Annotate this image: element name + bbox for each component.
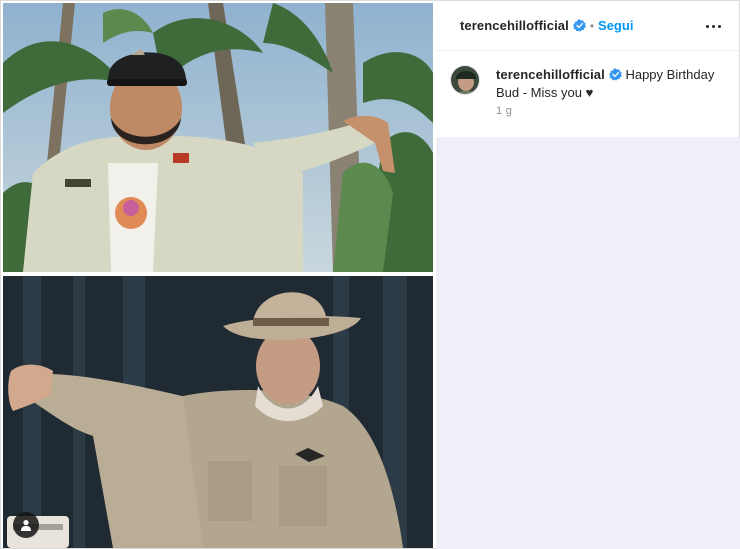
verified-badge-icon [608,68,622,81]
verified-badge-icon [572,19,586,32]
caption-comment: terencehillofficial Happy Birthday Bud -… [436,52,739,137]
caption-username[interactable]: terencehillofficial [496,67,605,82]
user-tag-button[interactable] [13,512,39,538]
post-header: terencehillofficial • Segui [436,1,739,51]
more-options-icon[interactable] [703,18,723,34]
caption-text-block: terencehillofficial Happy Birthday Bud -… [496,66,726,102]
author-username[interactable]: terencehillofficial [460,18,569,33]
comments-area-empty [436,137,740,549]
post-dialog: terencehillofficial • Segui terencehillo… [0,0,740,549]
post-side-panel: terencehillofficial • Segui terencehillo… [436,1,740,549]
separator-dot: • [589,18,595,33]
top-photo [3,3,433,272]
avatar[interactable] [450,65,480,95]
follow-button[interactable]: Segui [598,18,633,33]
user-tag-icon [21,520,31,531]
bottom-photo [3,276,433,548]
post-media[interactable] [3,3,433,548]
post-timestamp[interactable]: 1 g [496,105,512,117]
